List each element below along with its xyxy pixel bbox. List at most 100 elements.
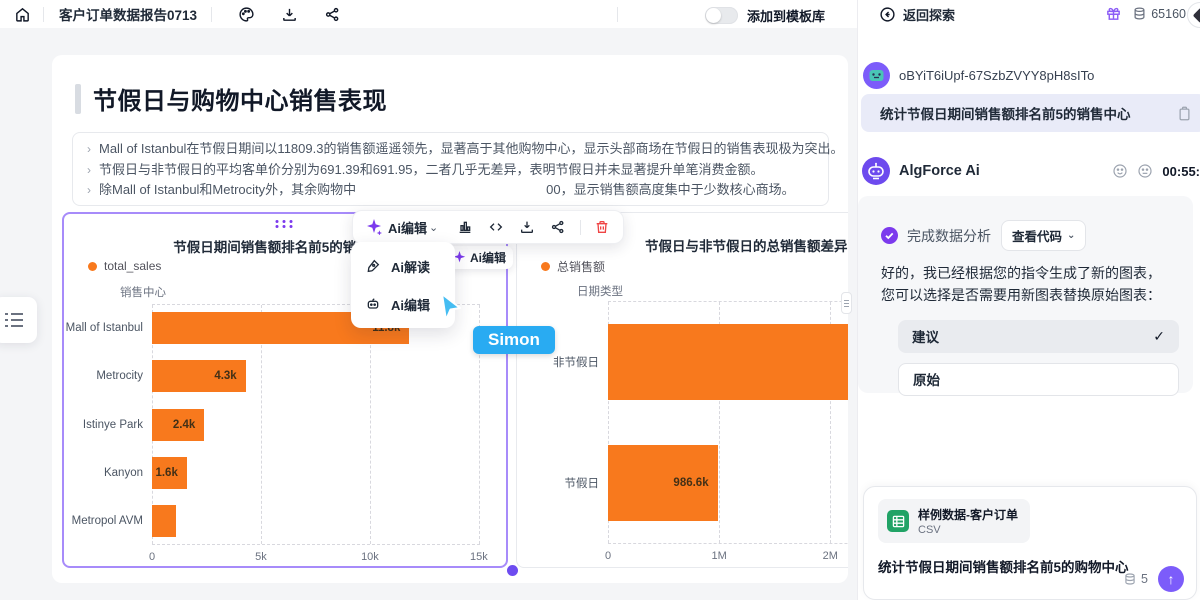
chart-type-icon[interactable] <box>457 219 473 235</box>
ai-message-header: AlgForce Ai 00:55: <box>862 157 1200 185</box>
divider <box>211 7 212 22</box>
chat-panel: 返回探索 65160 oBYiT6iUpf-67SzbZVYY8pH8sITo … <box>857 0 1200 600</box>
chevron-down-icon: ⌄ <box>1067 230 1075 241</box>
gift-icon[interactable] <box>1105 5 1122 22</box>
user-name: oBYiT6iUpf-67SzbZVYY8pH8sITo <box>899 68 1094 83</box>
bar-节假日[interactable]: 986.6k <box>608 445 718 521</box>
ai-edit-button[interactable]: Ai编辑 <box>388 218 427 237</box>
csv-file-icon <box>887 510 909 532</box>
chart2-toolbar-fragment[interactable]: Ai编辑 <box>446 246 513 269</box>
category-label: 节假日 <box>517 475 608 491</box>
download-icon[interactable] <box>519 219 535 235</box>
bar-value-label: 2.4k <box>173 419 204 431</box>
collaborator-name-tag: Simon <box>473 326 555 354</box>
send-button[interactable]: ↑ <box>1158 566 1184 592</box>
bar-value-label: 986.6k <box>673 477 717 489</box>
legend-label: 总销售额 <box>557 258 605 275</box>
report-canvas: 节假日与购物中心销售表现 › Mall of Istanbul在节假日期间以11… <box>0 28 857 600</box>
chart-legend[interactable]: total_sales <box>88 259 161 273</box>
category-label: 非节假日 <box>517 354 608 370</box>
download-icon[interactable] <box>281 6 298 23</box>
chart-row: 节假日 986.6k <box>517 423 848 545</box>
analysis-status: 完成数据分析 <box>907 226 991 246</box>
plot-area: 非节假日节假日 986.6k <box>517 301 848 544</box>
bar-非节假日[interactable] <box>608 324 848 400</box>
drag-handle-icon[interactable] <box>276 220 295 228</box>
bar-track: 986.6k <box>608 423 848 545</box>
user-avatar <box>863 62 890 89</box>
menu-item-ai-interpret[interactable]: Ai解读 <box>351 247 455 285</box>
resize-handle[interactable] <box>507 565 518 576</box>
plot-area: Mall of Istanbul11.8kMetrocity4.3kIstiny… <box>64 304 480 545</box>
bar-value-label: 4.3k <box>214 370 245 382</box>
bar-track: 2.4k <box>152 400 480 448</box>
insight-line: › 节假日与非节假日的平均客单价分别为691.39和691.95，二者几乎无差异… <box>87 160 814 181</box>
user-message-header: oBYiT6iUpf-67SzbZVYY8pH8sITo <box>863 62 1094 89</box>
share-icon[interactable] <box>324 6 341 23</box>
bar-track: 1.6k <box>152 449 480 497</box>
share-icon[interactable] <box>550 219 566 235</box>
outline-panel-tab[interactable] <box>0 297 37 343</box>
elapsed-timer: 00:55: <box>1162 164 1200 179</box>
bar-track: 4.3k <box>152 352 480 400</box>
bar-Kanyon[interactable]: 1.6k <box>152 457 187 489</box>
datasource-icon <box>1123 572 1137 586</box>
chart-card-holiday-diff[interactable]: 节假日与非节假日的总销售额差异 总销售额 日期类型 非节假日节假日986.6k … <box>516 212 848 568</box>
bar-Metrocity[interactable]: 4.3k <box>152 360 246 392</box>
divider <box>43 7 44 22</box>
chevron-right-icon: › <box>87 139 91 160</box>
check-icon: ✓ <box>1153 328 1165 345</box>
chart-toolbar: Ai编辑 ⌄ <box>352 210 624 244</box>
attached-file-chip[interactable]: 样例数据-客户订单 CSV <box>878 499 1030 543</box>
back-arrow-icon <box>879 6 896 23</box>
bar-value-label: 1.6k <box>155 467 186 479</box>
page-title: 节假日与购物中心销售表现 <box>93 81 387 116</box>
scrollbar-handle[interactable] <box>841 292 852 314</box>
pen-icon <box>365 258 381 274</box>
divider <box>617 7 618 22</box>
status-check-icon <box>881 227 898 244</box>
bar-Istinye Park[interactable]: 2.4k <box>152 409 204 441</box>
ai-sparkle-icon <box>366 219 382 235</box>
feedback-frown-icon[interactable] <box>1137 163 1153 179</box>
delete-icon[interactable] <box>594 219 610 235</box>
category-label: Metropol AVM <box>64 515 152 527</box>
copy-icon[interactable] <box>1177 105 1192 122</box>
chart-row: Metrocity4.3k <box>64 352 480 400</box>
code-icon[interactable] <box>488 219 504 235</box>
ai-avatar <box>862 157 890 185</box>
chevron-right-icon: › <box>87 160 91 181</box>
feedback-smile-icon[interactable] <box>1112 163 1128 179</box>
option-original-button[interactable]: 原始 <box>898 363 1179 396</box>
option-suggested-button[interactable]: 建议 ✓ <box>898 320 1179 353</box>
chart-row: Istinye Park2.4k <box>64 400 480 448</box>
chart-row: Kanyon1.6k <box>64 449 480 497</box>
x-tick-label: 5k <box>255 551 267 563</box>
x-tick-label: 10k <box>361 551 379 563</box>
ai-reply-text: 好的，我已经根据您的指令生成了新的图表，您可以选择是否需要用新图表替换原始图表： <box>881 262 1173 307</box>
collaborator-cursor-icon <box>436 292 466 324</box>
bar-Metropol AVM[interactable] <box>152 505 176 537</box>
top-toolbar: 客户订单数据报告0713 添加到模板库 <box>0 0 857 28</box>
chart-legend[interactable]: 总销售额 <box>541 258 605 275</box>
panel-header: 返回探索 65160 <box>858 0 1200 28</box>
credits-coins-icon <box>1132 6 1147 21</box>
document-title: 客户订单数据报告0713 <box>59 4 197 24</box>
y-axis-label: 日期类型 <box>577 283 623 299</box>
x-axis-ticks: 01M2M <box>608 550 848 564</box>
profile-badge-clipped[interactable] <box>1187 2 1200 28</box>
theme-palette-icon[interactable] <box>238 6 255 23</box>
x-tick-label: 15k <box>470 551 488 563</box>
chart-row: 非节假日 <box>517 301 848 423</box>
view-code-button[interactable]: 查看代码 ⌄ <box>1001 220 1086 251</box>
legend-dot <box>541 262 550 271</box>
insight-line: › 除Mall of Istanbul和Metrocity外，其余购物中00，显… <box>87 180 814 201</box>
chart-title: 节假日与非节假日的总销售额差异 <box>645 235 848 255</box>
robot-icon <box>365 296 381 312</box>
datasource-count: 5 <box>1141 572 1148 586</box>
home-icon[interactable] <box>14 6 31 23</box>
add-to-template-toggle[interactable] <box>705 7 738 24</box>
back-to-explore-button[interactable]: 返回探索 <box>879 5 955 24</box>
x-tick-label: 1M <box>711 550 726 562</box>
category-label: Kanyon <box>64 467 152 479</box>
